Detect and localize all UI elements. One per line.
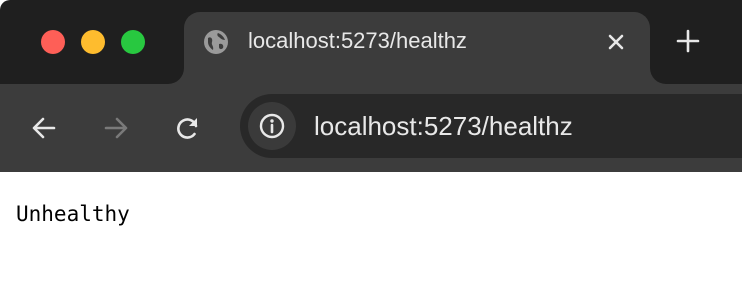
close-icon[interactable] — [602, 28, 630, 56]
arrow-left-icon[interactable] — [26, 110, 62, 146]
plus-icon[interactable] — [672, 25, 704, 57]
window-close-button[interactable] — [41, 30, 65, 54]
window-zoom-button[interactable] — [121, 30, 145, 54]
browser-window: localhost:5273/healthz localhost:5273/he… — [0, 0, 742, 282]
window-minimize-button[interactable] — [81, 30, 105, 54]
tab-strip: localhost:5273/healthz — [0, 0, 742, 84]
tab-title: localhost:5273/healthz — [248, 28, 467, 53]
arrow-right-icon[interactable] — [98, 110, 134, 146]
page-body-text: Unhealthy — [16, 202, 130, 226]
page-content: Unhealthy — [0, 172, 742, 282]
address-bar[interactable]: localhost:5273/healthz — [240, 94, 742, 158]
reload-icon[interactable] — [170, 110, 206, 146]
info-icon[interactable] — [248, 102, 296, 150]
tab-active[interactable]: localhost:5273/healthz — [184, 12, 650, 84]
globe-icon — [202, 28, 230, 56]
url-text[interactable]: localhost:5273/healthz — [314, 110, 573, 142]
toolbar: localhost:5273/healthz — [0, 84, 742, 172]
